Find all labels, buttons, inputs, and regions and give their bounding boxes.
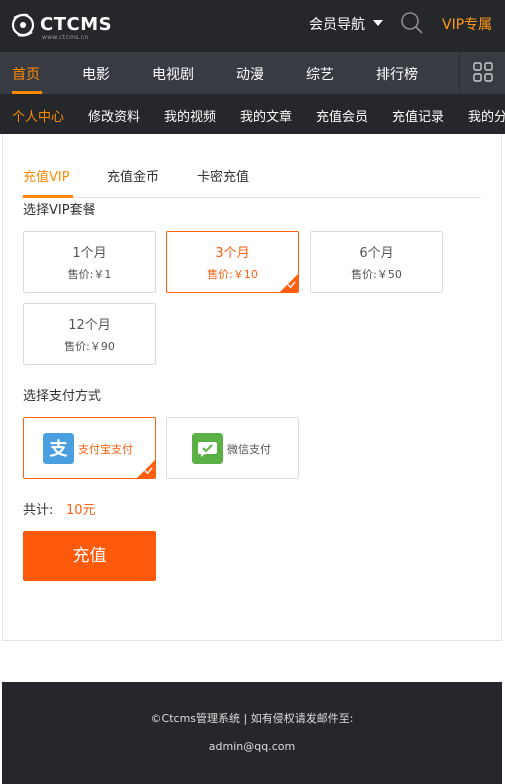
pay-option-label: 微信支付 bbox=[227, 443, 271, 456]
nav-item-movies[interactable]: 电影 bbox=[82, 64, 110, 84]
subnav-item-my-articles[interactable]: 我的文章 bbox=[240, 106, 292, 125]
logo-subtext: www.ctcms.cn bbox=[42, 34, 89, 41]
tabs-divider bbox=[21, 197, 481, 198]
total-amount: 10元 bbox=[66, 503, 96, 518]
footer-copyright: ©Ctcms管理系统 | 如有侵权请发邮件至: bbox=[150, 712, 354, 725]
nav-item-ranking[interactable]: 排行榜 bbox=[376, 64, 418, 84]
plan-price: 售价:￥50 bbox=[351, 268, 402, 281]
main-nav: 首页 电影 电视剧 动漫 综艺 排行榜 bbox=[0, 52, 505, 94]
total-label: 共计: bbox=[23, 503, 54, 518]
svg-text:支: 支 bbox=[49, 438, 69, 460]
caret-down-icon[interactable] bbox=[373, 20, 383, 26]
plan-name: 3个月 bbox=[215, 246, 250, 261]
subnav-item-profile-center[interactable]: 个人中心 bbox=[12, 106, 64, 125]
plan-section-label: 选择VIP套餐 bbox=[23, 203, 96, 218]
nav-item-anime[interactable]: 动漫 bbox=[236, 64, 264, 84]
plan-card-6-months[interactable]: 6个月 售价:￥50 bbox=[310, 231, 443, 293]
pay-option-alipay[interactable]: 支 支付宝支付 bbox=[23, 417, 156, 479]
nav-item-tv[interactable]: 电视剧 bbox=[152, 64, 194, 84]
pay-option-wechat[interactable]: 微信支付 bbox=[166, 417, 299, 479]
site-logo[interactable]: CTCMS www.ctcms.cn bbox=[12, 10, 112, 42]
member-nav-link[interactable]: 会员导航 bbox=[309, 14, 365, 34]
top-header: CTCMS www.ctcms.cn 会员导航 VIP专属 bbox=[0, 0, 505, 52]
recharge-button[interactable]: 充值 bbox=[23, 531, 156, 581]
tab-recharge-vip[interactable]: 充值VIP bbox=[23, 166, 70, 185]
checkmark-icon bbox=[144, 467, 153, 475]
site-footer: ©Ctcms管理系统 | 如有侵权请发邮件至: admin@qq.com bbox=[2, 682, 502, 784]
plan-name: 1个月 bbox=[72, 246, 107, 261]
logo-text: CTCMS bbox=[40, 14, 113, 35]
subnav-item-my-share[interactable]: 我的分 bbox=[468, 106, 505, 125]
nav-item-home[interactable]: 首页 bbox=[12, 64, 40, 84]
alipay-icon: 支 bbox=[43, 433, 74, 464]
search-icon[interactable] bbox=[400, 11, 424, 35]
subnav-item-my-videos[interactable]: 我的视频 bbox=[164, 106, 216, 125]
subnav-item-recharge-member[interactable]: 充值会员 bbox=[316, 106, 368, 125]
wechat-pay-icon bbox=[192, 433, 223, 464]
pay-option-label: 支付宝支付 bbox=[78, 443, 133, 456]
plan-card-3-months[interactable]: 3个月 售价:￥10 bbox=[166, 231, 299, 293]
vip-exclusive-link[interactable]: VIP专属 bbox=[442, 14, 492, 34]
tab-card-recharge[interactable]: 卡密充值 bbox=[197, 166, 249, 185]
subnav-item-recharge-history[interactable]: 充值记录 bbox=[392, 106, 444, 125]
checkmark-icon bbox=[287, 281, 296, 289]
plan-price: 售价:￥90 bbox=[64, 340, 115, 353]
user-sub-nav: 个人中心 修改资料 我的视频 我的文章 充值会员 充值记录 我的分 bbox=[0, 94, 505, 134]
payment-section-label: 选择支付方式 bbox=[23, 389, 102, 404]
tab-recharge-coins[interactable]: 充值金币 bbox=[107, 166, 159, 185]
plan-card-1-month[interactable]: 1个月 售价:￥1 bbox=[23, 231, 156, 293]
nav-item-variety[interactable]: 综艺 bbox=[306, 64, 334, 84]
plan-price: 售价:￥10 bbox=[207, 268, 258, 281]
plan-name: 6个月 bbox=[359, 246, 394, 261]
film-reel-icon bbox=[12, 13, 34, 37]
plan-price: 售价:￥1 bbox=[67, 268, 112, 281]
grid-icon bbox=[473, 62, 493, 82]
footer-email[interactable]: admin@qq.com bbox=[2, 740, 502, 753]
tab-active-indicator bbox=[23, 195, 73, 198]
plan-name: 12个月 bbox=[68, 318, 111, 333]
plan-card-12-months[interactable]: 12个月 售价:￥90 bbox=[23, 303, 156, 365]
more-menu-button[interactable] bbox=[459, 52, 505, 94]
subnav-item-edit-profile[interactable]: 修改资料 bbox=[88, 106, 140, 125]
